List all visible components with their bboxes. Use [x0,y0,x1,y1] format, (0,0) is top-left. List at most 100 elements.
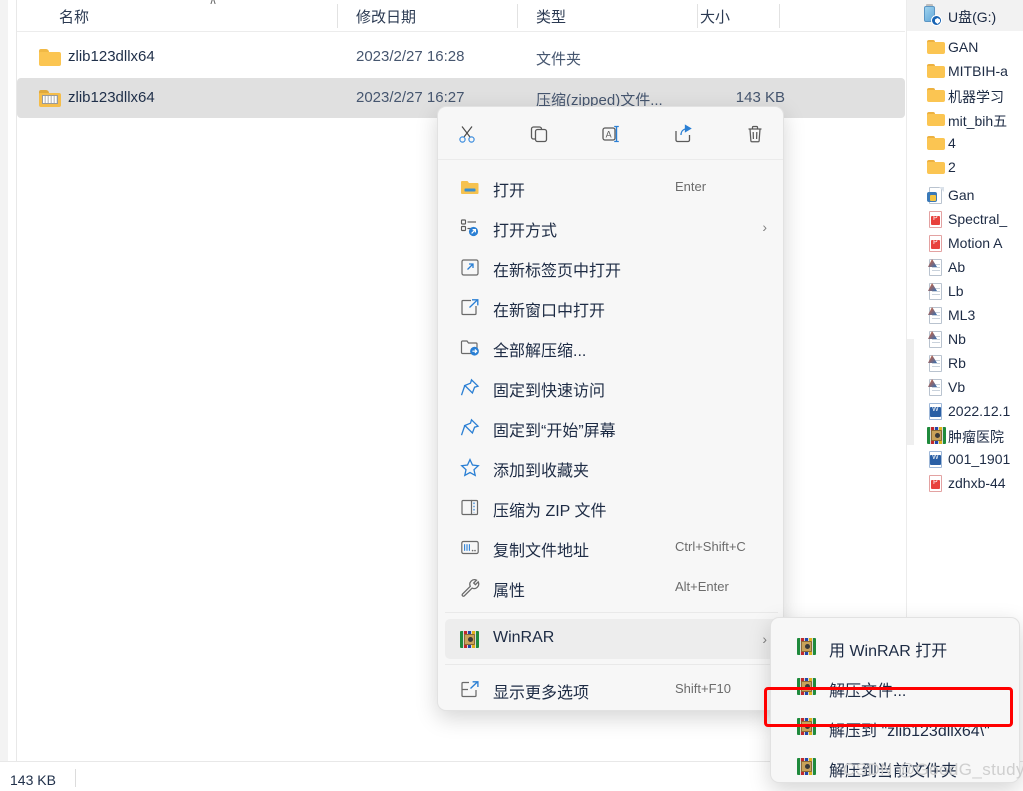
pdf-file-icon [927,235,945,252]
table-row[interactable]: zlib123dllx64 2023/2/27 16:28 文件夹 [17,37,905,77]
column-header-date[interactable]: 修改日期 [356,6,416,27]
nav-item-label: zdhxb-44 [948,475,1006,491]
nav-item-label: 4 [948,135,956,151]
nav-item-nb[interactable]: Nb [907,328,1023,352]
nav-item-vb[interactable]: Vb [907,376,1023,400]
nav-item-rb[interactable]: Rb [907,352,1023,376]
menu-item-add-to-favorites[interactable]: 添加到收藏夹 [445,447,778,487]
nav-item-mit-bih-five[interactable]: mit_bih五 [907,108,1023,132]
column-header-type[interactable]: 类型 [536,6,566,27]
chevron-right-icon: › [762,219,767,235]
nav-item-motion-a[interactable]: Motion A [907,232,1023,256]
column-headers: ∧ 名称 修改日期 类型 大小 [17,0,905,32]
column-separator[interactable] [779,4,780,28]
column-header-size[interactable]: 大小 [700,6,730,27]
nav-item-4[interactable]: 4 [907,132,1023,156]
submenu-item-extract-to-folder[interactable]: 解压到 "zlib123dllx64\" [777,707,1015,747]
submenu-item-open-with-winrar[interactable]: 用 WinRAR 打开 [777,627,1015,667]
nav-item-spectral[interactable]: Spectral_ [907,208,1023,232]
column-header-name[interactable]: 名称 [59,6,89,27]
nav-pane-expander[interactable]: › [907,339,914,445]
matlab-file-icon [927,331,945,348]
folder-icon [927,39,945,56]
nav-item-zdhxb-44[interactable]: zdhxb-44 [907,472,1023,496]
nav-item-ml3[interactable]: ML3 [907,304,1023,328]
nav-item-label: 肿瘤医院 [948,429,1004,445]
menu-item-label: 固定到“开始”屏幕 [493,423,616,440]
nav-item-2[interactable]: 2 [907,156,1023,180]
column-separator[interactable] [337,4,338,28]
context-menu-toolbar: A [438,107,783,160]
menu-item-compress-to-zip[interactable]: 压缩为 ZIP 文件 [445,487,778,527]
column-separator[interactable] [517,4,518,28]
file-date: 2023/2/27 16:28 [356,48,465,65]
menu-divider [445,664,778,665]
folder-icon [927,135,945,152]
menu-item-pin-to-quick-access[interactable]: 固定到快速访问 [445,367,778,407]
column-separator[interactable] [697,4,698,28]
star-icon [460,458,480,477]
nav-item-001-1901[interactable]: 001_1901 [907,448,1023,472]
nav-root-usb-drive[interactable]: U盘(G:) [907,0,1023,31]
nav-item-label: Lb [948,283,964,299]
nav-item-label: Gan [948,187,975,203]
usb-drive-icon [921,4,943,26]
nav-item-lb[interactable]: Lb [907,280,1023,304]
copy-path-icon [460,538,480,557]
submenu-item-label: 解压到 "zlib123dllx64\" [829,723,990,740]
menu-item-show-more-options[interactable]: 显示更多选项 Shift+F10 [445,669,778,709]
nav-item-gan[interactable]: GAN [907,36,1023,60]
matlab-file-icon [927,307,945,324]
word-file-icon [927,451,945,468]
copy-button[interactable] [522,119,556,149]
nav-root-label: U盘(G:) [948,9,997,25]
file-name: zlib123dllx64 [68,89,155,106]
delete-button[interactable] [738,119,772,149]
folder-icon [39,49,61,66]
nav-item-label: mit_bih五 [948,113,1008,129]
nav-item-mitbih-a[interactable]: MITBIH-a [907,60,1023,84]
toolbar-divider [438,159,783,160]
nav-item-label: Ab [948,259,966,275]
menu-item-winrar[interactable]: WinRAR › [445,619,778,659]
menu-item-open-with[interactable]: 打开方式 › [445,207,778,247]
menu-item-open-in-new-window[interactable]: 在新窗口中打开 [445,287,778,327]
matlab-file-icon [927,379,945,396]
pin-icon [460,418,480,437]
matlab-file-icon [927,283,945,300]
nav-item-machine-learning[interactable]: 机器学习 [907,84,1023,108]
scissors-icon [457,124,477,144]
share-button[interactable] [666,119,700,149]
sort-ascending-icon: ∧ [208,0,218,7]
rename-icon: A [601,124,621,144]
extract-all-icon [460,338,480,357]
folder-icon [927,87,945,104]
cut-button[interactable] [450,119,484,149]
menu-item-open-in-new-tab[interactable]: 在新标签页中打开 [445,247,778,287]
trash-icon [745,124,765,144]
nav-item-tumor-hospital[interactable]: 肿瘤医院 [907,424,1023,448]
status-separator [75,769,76,787]
nav-item-2022-12-1[interactable]: 2022.12.1 [907,400,1023,424]
more-options-icon [460,680,480,699]
matlab-file-icon [927,355,945,372]
rename-button[interactable]: A [594,119,628,149]
nav-item-label: Vb [948,379,966,395]
nav-item-label: Rb [948,355,966,371]
menu-item-copy-path[interactable]: 复制文件地址 Ctrl+Shift+C [445,527,778,567]
menu-item-label: WinRAR [493,629,555,646]
left-edge-strip [0,0,8,761]
matlab-file-icon [927,259,945,276]
submenu-item-extract-files[interactable]: 解压文件... [777,667,1015,707]
menu-item-properties[interactable]: 属性 Alt+Enter [445,567,778,607]
menu-item-pin-to-start[interactable]: 固定到“开始”屏幕 [445,407,778,447]
nav-item-gan-file[interactable]: Gan [907,184,1023,208]
compress-zip-icon [460,498,480,517]
menu-item-extract-all[interactable]: 全部解压缩... [445,327,778,367]
menu-item-open[interactable]: 打开 Enter [445,167,778,207]
folder-icon [927,63,945,80]
submenu-item-label: 解压文件... [829,683,907,700]
nav-item-label: Spectral_ [948,211,1008,227]
share-icon [673,124,693,144]
nav-item-ab[interactable]: Ab [907,256,1023,280]
